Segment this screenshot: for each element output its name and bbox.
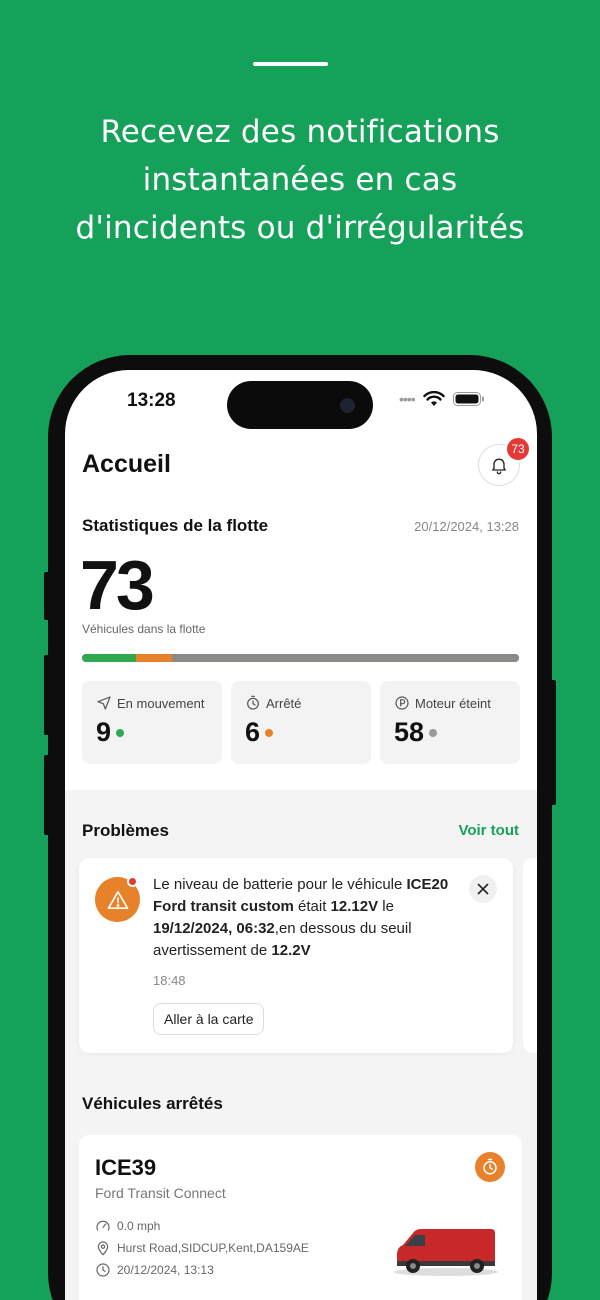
moving-label-row: En mouvement — [96, 695, 204, 711]
stopped-label-row: Arrêté — [245, 695, 301, 711]
promo-headline: Recevez des notifications instantanées e… — [0, 108, 600, 252]
next-alert-card-peek[interactable] — [523, 858, 537, 1053]
vehicle-model: Ford Transit Connect — [95, 1185, 226, 1201]
unread-dot — [127, 876, 138, 887]
stopped-vehicles-card[interactable]: Arrêté 6 — [231, 681, 371, 764]
navigation-arrow-icon — [97, 696, 111, 710]
vehicle-name: ICE39 — [95, 1155, 157, 1180]
battery-icon — [452, 392, 484, 406]
moving-status-dot — [116, 728, 125, 737]
camera-icon — [340, 398, 355, 413]
alert-datetime: 19/12/2024, 06:32 — [153, 920, 275, 937]
red-van-image — [394, 1229, 498, 1276]
fleet-stats-date: 20/12/2024, 13:28 — [414, 519, 519, 534]
vehicle-card[interactable]: ICE39 Ford Transit Connect 0.0 mph Hurst… — [79, 1135, 522, 1300]
moving-vehicles-card[interactable]: En mouvement 9 — [82, 681, 222, 764]
dismiss-alert-button[interactable] — [469, 875, 497, 903]
vehicle-speed-row: 0.0 mph — [95, 1218, 160, 1234]
alert-message: Le niveau de batterie pour le véhicule I… — [153, 874, 453, 962]
notification-badge: 73 — [505, 436, 531, 462]
vehicle-time-row: 20/12/2024, 13:13 — [95, 1262, 214, 1278]
location-pin-icon — [97, 1241, 109, 1256]
vehicle-address: Hurst Road,SIDCUP,Kent,DA159AE — [117, 1241, 309, 1255]
fleet-total-label: Véhicules dans la flotte — [82, 622, 206, 636]
engine-off-value-row: 58 — [394, 717, 438, 748]
view-all-link[interactable]: Voir tout — [458, 822, 519, 839]
fleet-status-bar — [82, 654, 519, 662]
fleet-bar-segment — [171, 654, 519, 662]
bell-icon — [492, 458, 506, 475]
dynamic-island — [227, 381, 373, 429]
signal-dots-icon: •••• — [399, 391, 416, 407]
wifi-icon — [422, 391, 445, 406]
fleet-stats-title: Statistiques de la flotte — [82, 516, 269, 535]
clock-icon — [96, 1263, 110, 1277]
stopped-label: Arrêté — [266, 695, 302, 711]
headline-line-2: instantanées en cas — [142, 162, 458, 198]
moving-count: 9 — [96, 717, 112, 747]
phone-screen: 13:28 •••• Accueil 73 Statistiques de la… — [65, 370, 537, 1300]
vehicle-datetime: 20/12/2024, 13:13 — [117, 1263, 214, 1277]
alert-threshold: 12.2V — [271, 942, 311, 959]
problems-title: Problèmes — [82, 821, 169, 840]
engine-off-label: Moteur éteint — [415, 695, 491, 711]
engine-off-card[interactable]: Moteur éteint 58 — [380, 681, 520, 764]
stopped-status-dot — [265, 728, 274, 737]
status-time: 13:28 — [127, 390, 176, 411]
stopwatch-icon — [475, 1152, 505, 1182]
engine-off-count: 58 — [394, 717, 425, 747]
stopped-value-row: 6 — [245, 717, 274, 748]
alert-card[interactable]: Le niveau de batterie pour le véhicule I… — [79, 858, 513, 1053]
alert-text-1: Le niveau de batterie pour le véhicule — [153, 876, 407, 893]
alert-voltage: 12.12V — [330, 898, 379, 915]
speedometer-icon — [96, 1220, 110, 1231]
engine-off-label-row: Moteur éteint — [394, 695, 491, 711]
close-icon — [477, 883, 489, 895]
vehicle-speed: 0.0 mph — [117, 1219, 161, 1233]
fleet-bar-segment — [82, 654, 136, 662]
alert-text-2: était — [293, 898, 331, 915]
headline-line-1: Recevez des notifications — [100, 114, 500, 150]
alert-text-3: le — [378, 898, 394, 915]
status-indicators: •••• — [399, 389, 485, 409]
fleet-total-count: 73 — [80, 546, 155, 624]
top-decoration-bar — [253, 62, 328, 66]
vehicle-address-row: Hurst Road,SIDCUP,Kent,DA159AE — [95, 1240, 309, 1256]
headline-line-3: d'incidents ou d'irrégularités — [75, 210, 525, 246]
engine-off-status-dot — [429, 728, 438, 737]
fleet-bar-segment — [135, 654, 172, 662]
page-title: Accueil — [82, 450, 171, 478]
alert-time: 18:48 — [153, 973, 186, 988]
stopped-vehicles-title: Véhicules arrêtés — [82, 1094, 223, 1113]
parking-icon — [395, 696, 409, 710]
moving-label: En mouvement — [117, 695, 205, 711]
moving-value-row: 9 — [96, 717, 125, 748]
go-to-map-button[interactable]: Aller à la carte — [153, 1003, 265, 1035]
stopped-count: 6 — [245, 717, 261, 747]
stopwatch-icon — [247, 695, 259, 710]
